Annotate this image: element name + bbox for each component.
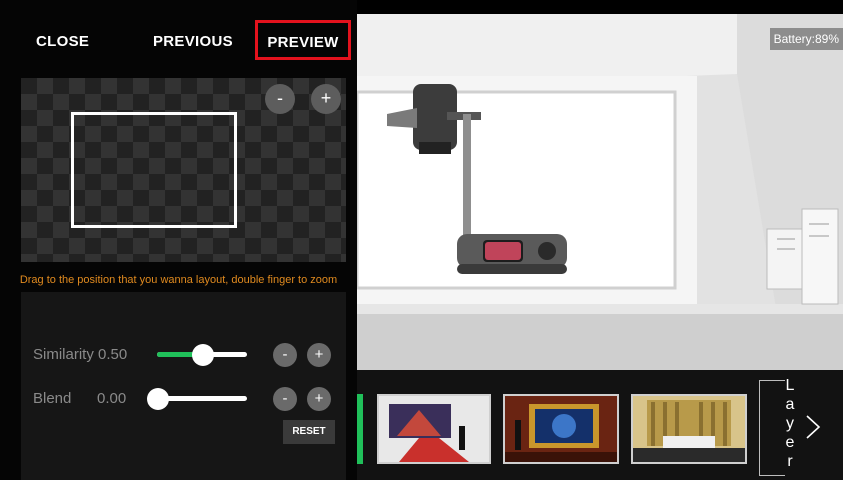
preview-button[interactable]: PREVIEW [255,20,351,60]
similarity-minus-button[interactable]: - [273,343,297,367]
layer-letter: L [785,377,795,394]
chevron-right-icon[interactable] [803,412,823,442]
layer-letter: y [786,415,794,432]
reset-button[interactable]: RESET [283,420,335,444]
preview-scene: Battery:89% [357,14,843,370]
layout-hint: Drag to the position that you wanna layo… [19,274,338,286]
layer-button[interactable]: Layer [782,376,798,471]
thumbnail-framed-earth-stage[interactable] [503,394,619,464]
top-toolbar: CLOSE PREVIOUS PREVIEW [0,14,357,70]
battery-status: Battery:89% [769,28,843,50]
layout-canvas[interactable]: - + [21,78,346,262]
background-strip: Layer [357,370,843,480]
previous-button[interactable]: PREVIOUS [153,14,233,70]
similarity-slider-knob[interactable] [192,344,214,366]
zoom-in-button[interactable]: + [311,84,341,114]
document-camera-image [387,84,567,274]
thumbnail-gold-curtain-desk[interactable] [631,394,747,464]
thumbnail-stage-red-carpet[interactable] [377,394,491,464]
blend-value: 0.00 [97,390,127,407]
selected-thumb-edge [357,394,363,464]
layer-letter: e [785,434,795,451]
close-button[interactable]: CLOSE [36,14,89,70]
blend-plus-button[interactable]: + [307,387,331,411]
blend-slider-knob[interactable] [147,388,169,410]
keying-settings: Similarity 0.50 - + Blend 0.00 - + RESET [21,292,346,480]
layout-frame[interactable] [71,112,237,228]
layer-letter: r [787,453,793,470]
blend-minus-button[interactable]: - [273,387,297,411]
zoom-out-button[interactable]: - [265,84,295,114]
blend-label: Blend [33,390,72,407]
editor-panel: CLOSE PREVIOUS PREVIEW - + Drag to the p… [0,0,357,480]
layer-letter: a [785,396,795,413]
similarity-label: Similarity 0.50 [33,346,128,363]
similarity-plus-button[interactable]: + [307,343,331,367]
